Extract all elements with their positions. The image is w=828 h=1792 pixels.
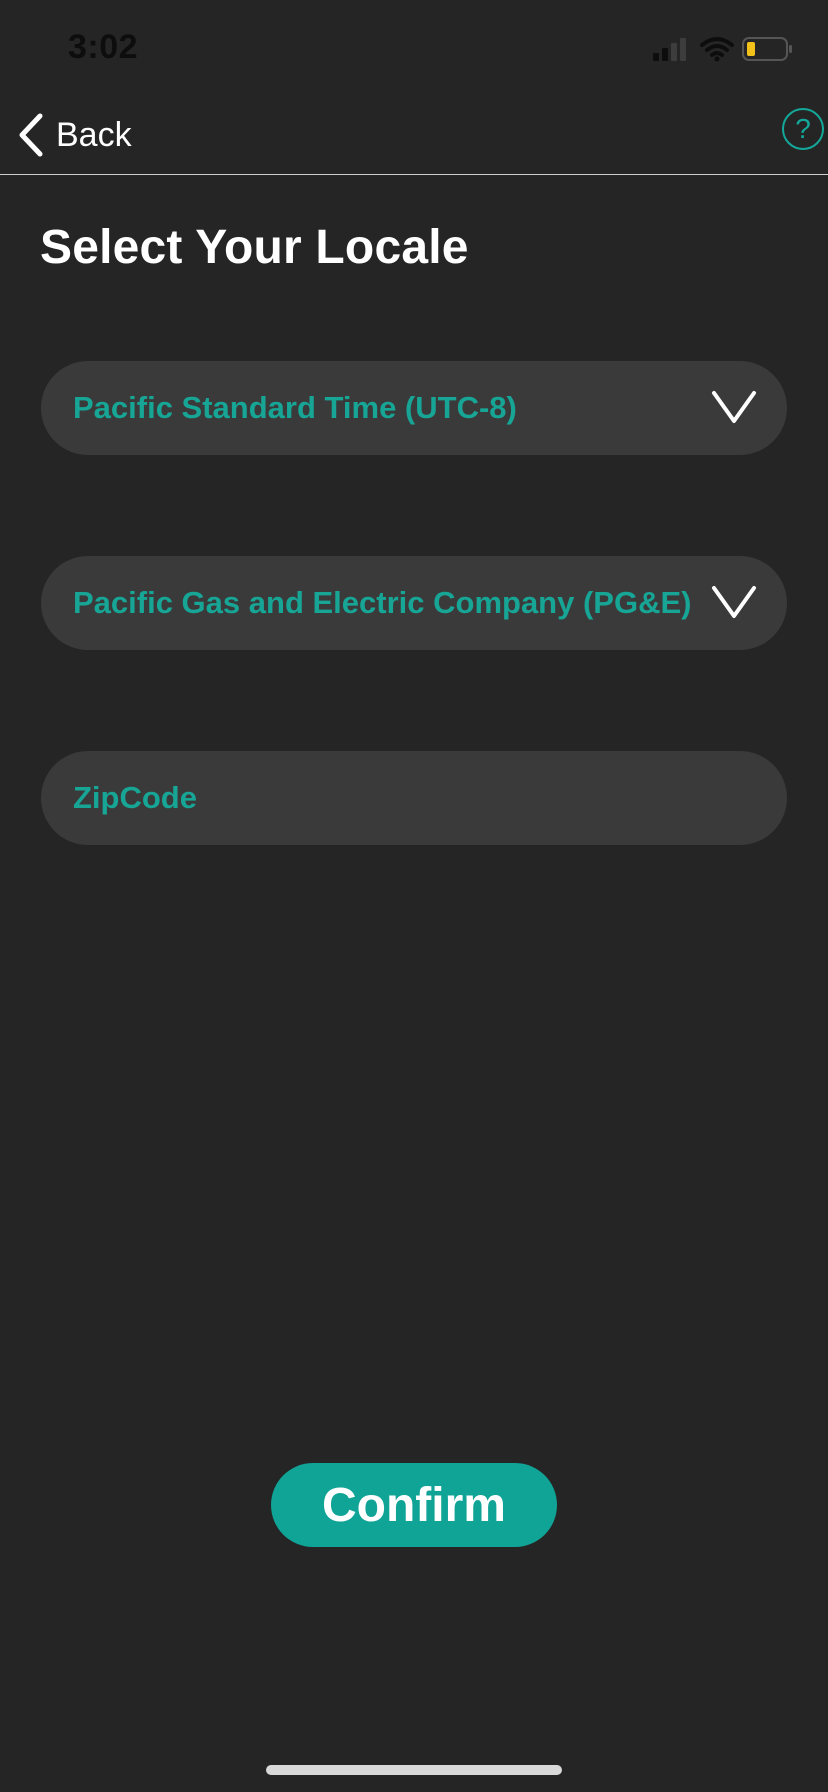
status-time: 3:02 — [68, 28, 139, 66]
zipcode-field-container — [41, 751, 787, 845]
back-label: Back — [56, 115, 132, 154]
home-indicator — [266, 1765, 562, 1775]
back-button[interactable]: Back — [16, 110, 132, 160]
nav-bar: Back ? — [0, 96, 828, 175]
zipcode-input[interactable] — [73, 780, 753, 816]
question-mark-icon: ? — [795, 113, 811, 144]
chevron-down-icon — [712, 391, 756, 423]
chevron-left-icon — [19, 113, 43, 157]
utility-value: Pacific Gas and Electric Company (PG&E) — [73, 585, 692, 620]
status-bar: 3:02 — [0, 0, 828, 96]
utility-dropdown[interactable]: Pacific Gas and Electric Company (PG&E) — [41, 556, 787, 650]
timezone-value: Pacific Standard Time (UTC-8) — [73, 390, 517, 425]
wifi-icon — [700, 37, 734, 62]
confirm-button[interactable]: Confirm — [271, 1463, 557, 1547]
battery-icon — [742, 37, 792, 61]
help-button[interactable]: ? — [782, 108, 824, 150]
timezone-dropdown[interactable]: Pacific Standard Time (UTC-8) — [41, 361, 787, 455]
chevron-down-icon — [712, 586, 756, 618]
signal-icon — [653, 38, 686, 61]
page-title: Select Your Locale — [40, 221, 469, 274]
